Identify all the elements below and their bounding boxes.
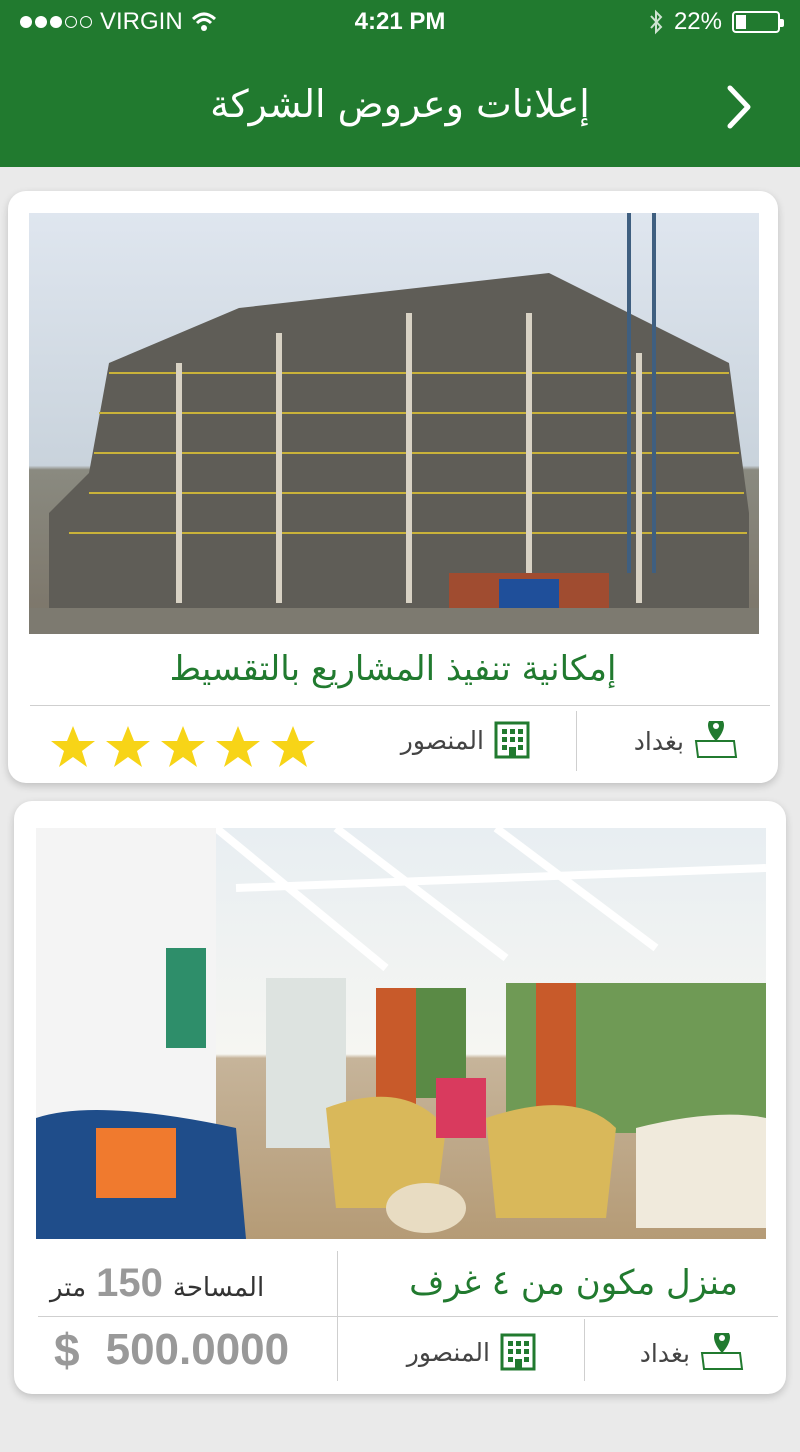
district-label: المنصور	[406, 1337, 490, 1367]
status-bar: VIRGIN 4:21 PM 22%	[0, 0, 800, 46]
listing-title[interactable]: منزل مكون من ٤ غرف	[409, 1263, 738, 1303]
city-label: بغداد	[639, 1338, 690, 1368]
district-label: المنصور	[400, 725, 484, 755]
listing-photo	[36, 828, 766, 1239]
battery-percent: 22%	[673, 8, 722, 35]
divider	[576, 711, 577, 771]
price-value: 500.0000	[105, 1325, 290, 1374]
star-icon	[161, 726, 205, 767]
area-label: المساحة	[172, 1273, 265, 1303]
location-city: بغداد	[634, 721, 738, 761]
divider	[584, 1319, 585, 1381]
location-district: المنصور	[401, 721, 530, 759]
bluetooth-icon	[650, 9, 663, 35]
star-icon	[51, 726, 95, 767]
star-icon	[106, 726, 150, 767]
location-district: المنصور	[407, 1333, 536, 1371]
star-rating	[50, 724, 316, 770]
listing-title[interactable]: إمكانية تنفيذ المشاريع بالتقسيط	[8, 649, 778, 689]
listing-card[interactable]: منزل مكون من ٤ غرف المساحة 150 متر $ 500…	[14, 801, 786, 1394]
city-label: بغداد	[633, 726, 684, 756]
building-icon	[494, 721, 530, 759]
map-pin-icon	[694, 721, 738, 758]
listing-photo	[29, 213, 759, 634]
battery-icon	[732, 11, 784, 33]
building-icon	[500, 1333, 536, 1371]
map-pin-icon	[700, 1333, 744, 1370]
nav-bar: إعلانات وعروض الشركة	[0, 46, 800, 167]
listing-card[interactable]: إمكانية تنفيذ المشاريع بالتقسيط بغداد ال…	[8, 191, 778, 783]
star-icon	[216, 726, 260, 767]
chevron-right-icon[interactable]	[720, 82, 760, 132]
location-city: بغداد	[640, 1333, 744, 1373]
area-info: المساحة 150 متر	[50, 1261, 264, 1306]
currency-symbol: $	[54, 1324, 80, 1376]
star-icon	[271, 726, 315, 767]
area-value: 150	[96, 1261, 163, 1305]
divider	[38, 1316, 778, 1317]
area-unit: متر	[50, 1273, 87, 1303]
page-title: إعلانات وعروض الشركة	[210, 82, 590, 126]
price-info: $ 500.0000	[54, 1323, 289, 1377]
status-right: 22%	[648, 8, 784, 36]
divider	[30, 705, 770, 706]
